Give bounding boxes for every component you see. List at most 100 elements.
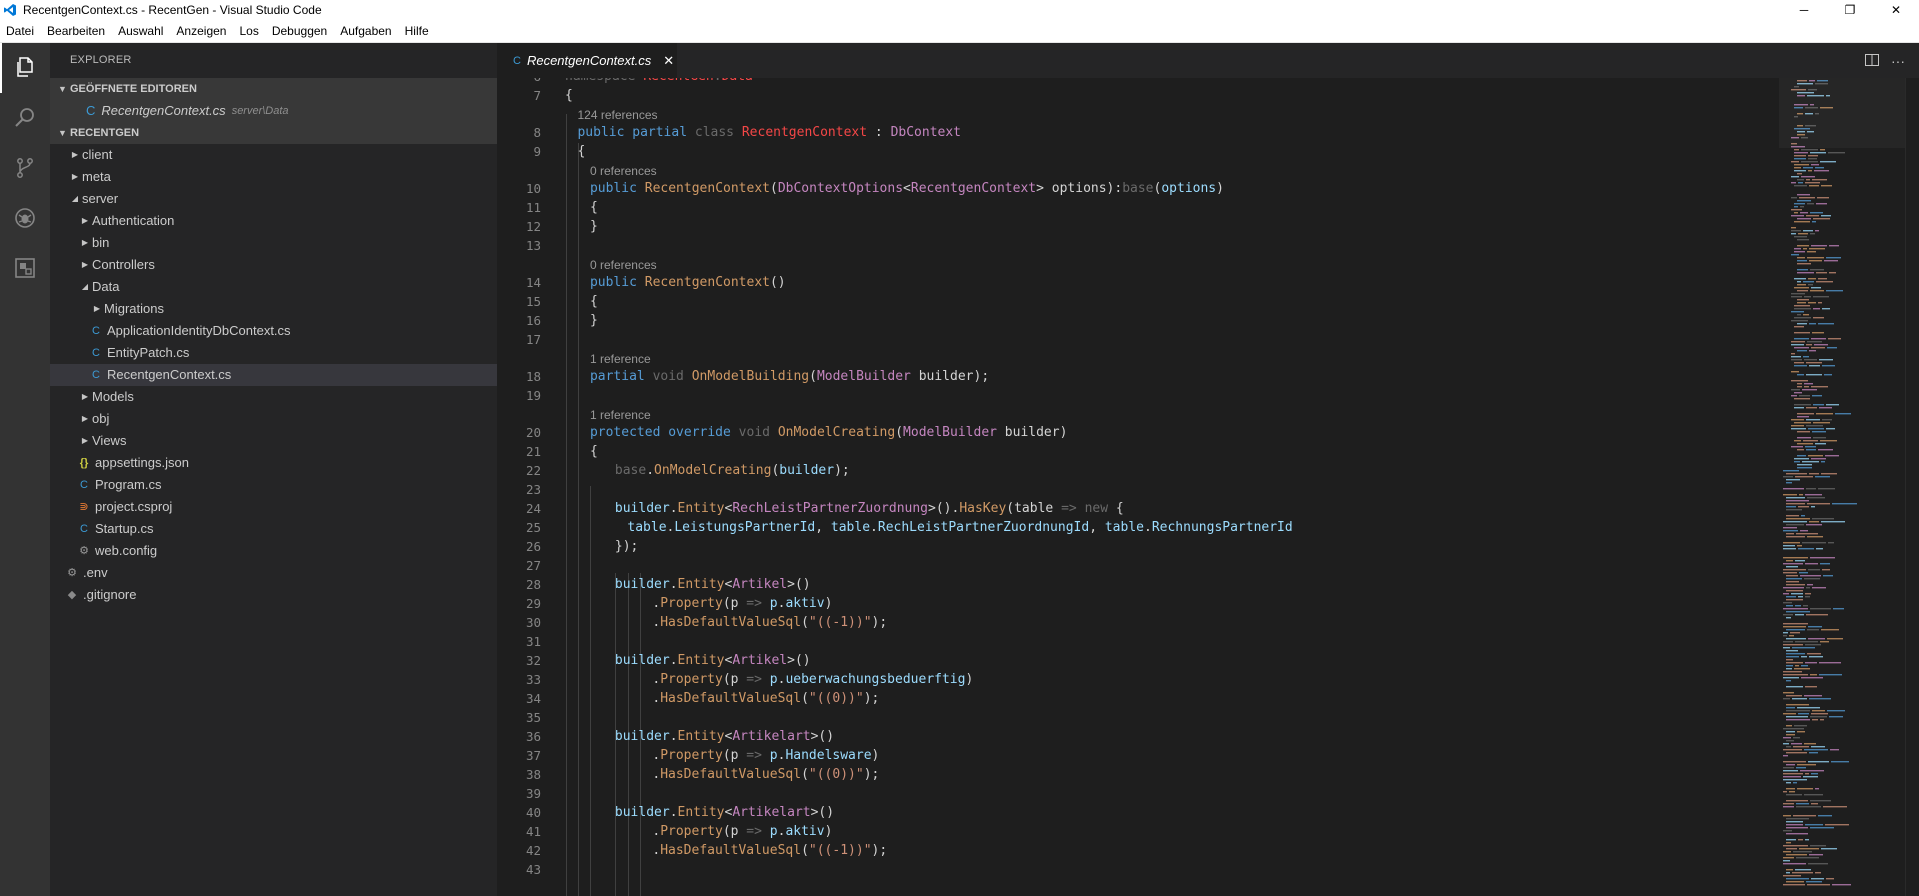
minimap-line: [1791, 296, 1802, 298]
menu-aufgaben[interactable]: Aufgaben: [334, 20, 398, 43]
tree-item-appsettings[interactable]: {} appsettings.json: [50, 452, 497, 474]
tree-item-env[interactable]: ⚙ .env: [50, 562, 497, 584]
minimap-line: [1783, 626, 1806, 628]
minimap-line: [1806, 488, 1816, 490]
minimap-line: [1819, 674, 1842, 676]
menu-anzeigen[interactable]: Anzeigen: [170, 20, 233, 43]
tree-item-data[interactable]: ◢ Data: [50, 276, 497, 298]
minimap-line: [1786, 638, 1806, 640]
code-lens-references[interactable]: 0 references: [590, 163, 657, 179]
files-icon[interactable]: [0, 43, 50, 93]
minimap-line: [1783, 845, 1808, 847]
menu-los[interactable]: Los: [233, 20, 265, 43]
menu-hilfe[interactable]: Hilfe: [399, 20, 436, 43]
minimap-line: [1786, 848, 1797, 850]
tree-item-authentication[interactable]: ▶ Authentication: [50, 210, 497, 232]
minimap-line: [1786, 794, 1802, 796]
menu-datei[interactable]: Datei: [0, 20, 41, 43]
menu-bearbeiten[interactable]: Bearbeiten: [41, 20, 112, 43]
minimap-line: [1809, 185, 1819, 187]
minimap-line: [1786, 818, 1809, 820]
tree-item-models[interactable]: ▶ Models: [50, 386, 497, 408]
tree-item-entitypatch[interactable]: C EntityPatch.cs: [50, 342, 497, 364]
close-window-button[interactable]: ✕: [1873, 0, 1919, 20]
minimap-line: [1797, 302, 1806, 304]
minimap-line: [1786, 734, 1795, 736]
tree-item-project-csproj[interactable]: ⋑ project.csproj: [50, 496, 497, 518]
minimap-line: [1791, 230, 1801, 232]
close-tab-icon[interactable]: ✕: [663, 53, 674, 69]
minimap-line: [1806, 407, 1817, 409]
code-text: {: [589, 200, 598, 215]
minimap-line: [1783, 728, 1804, 730]
tree-item-client[interactable]: ▶ client: [50, 144, 497, 166]
minimap[interactable]: [1779, 78, 1905, 896]
tree-item-migrations[interactable]: ▶ Migrations: [50, 298, 497, 320]
minimap-line: [1810, 608, 1831, 610]
tree-item-bin[interactable]: ▶ bin: [50, 232, 497, 254]
tree-item-controllers[interactable]: ▶ Controllers: [50, 254, 497, 276]
minimap-line: [1806, 362, 1822, 364]
minimap-line: [1811, 386, 1828, 388]
more-actions-icon[interactable]: ···: [1885, 53, 1911, 69]
tree-item-gitignore[interactable]: ◆ .gitignore: [50, 584, 497, 606]
minimap-line: [1821, 521, 1845, 523]
code-lens-references[interactable]: 1 reference: [590, 407, 651, 423]
open-editor-item[interactable]: C RecentgenContext.cs server\Data: [50, 100, 497, 122]
open-editors-header[interactable]: ▼ GEÖFFNETE EDITOREN: [50, 78, 497, 100]
menu-auswahl[interactable]: Auswahl: [112, 20, 170, 43]
code-lens-references[interactable]: 0 references: [590, 257, 657, 273]
minimap-line: [1815, 443, 1826, 445]
gear-icon: ⚙: [79, 545, 89, 557]
minimap-line: [1791, 425, 1804, 427]
tree-item-obj[interactable]: ▶ obj: [50, 408, 497, 430]
code-text: public RecentgenContext(): [589, 275, 786, 290]
tree-item-views[interactable]: ▶ Views: [50, 430, 497, 452]
tree-item-server[interactable]: ◢ server: [50, 188, 497, 210]
minimap-line: [1808, 284, 1813, 286]
minimap-line: [1783, 815, 1791, 817]
tree-item-meta[interactable]: ▶ meta: [50, 166, 497, 188]
tree-item-webconfig[interactable]: ⚙ web.config: [50, 540, 497, 562]
vertical-scrollbar[interactable]: [1905, 78, 1919, 896]
source-control-icon[interactable]: [0, 143, 50, 193]
minimap-line: [1794, 212, 1798, 214]
minimap-line: [1786, 869, 1793, 871]
line-number: 9: [533, 144, 541, 159]
chevron-right-icon: ▶: [81, 392, 89, 401]
tree-item-applicationidentitydbcontext[interactable]: C ApplicationIdentityDbContext.cs: [50, 320, 497, 342]
tree-item-recentgencontext[interactable]: C RecentgenContext.cs: [50, 364, 497, 386]
tree-item-startup[interactable]: C Startup.cs: [50, 518, 497, 540]
tree-item-program[interactable]: C Program.cs: [50, 474, 497, 496]
code-lens-references[interactable]: 1 reference: [590, 351, 651, 367]
code-lens-references[interactable]: 124 references: [577, 107, 657, 123]
workspace-header[interactable]: ▼ RECENTGEN: [50, 122, 497, 144]
minimap-line: [1783, 671, 1802, 673]
minimap-line: [1813, 296, 1829, 298]
minimap-line: [1818, 488, 1835, 490]
maximize-button[interactable]: ❐: [1827, 0, 1873, 20]
minimap-line: [1819, 359, 1833, 361]
split-editor-icon[interactable]: [1859, 53, 1885, 69]
minimap-line: [1786, 617, 1791, 619]
minimap-line: [1811, 878, 1824, 880]
search-icon[interactable]: [0, 93, 50, 143]
line-number: 29: [525, 596, 541, 611]
minimap-line: [1786, 515, 1799, 517]
minimap-line: [1794, 158, 1806, 160]
minimap-viewport[interactable]: [1779, 78, 1905, 148]
minimap-line: [1812, 518, 1834, 520]
menu-debuggen[interactable]: Debuggen: [266, 20, 334, 43]
code-editor[interactable]: 6namespace RecentGen.Data7{124 reference…: [497, 78, 1779, 896]
minimap-line: [1795, 560, 1805, 562]
minimap-line: [1835, 413, 1851, 415]
code-text: }: [589, 313, 598, 328]
line-number: 18: [525, 369, 541, 384]
minimap-line: [1796, 533, 1818, 535]
minimap-line: [1828, 152, 1845, 154]
extensions-icon[interactable]: [0, 243, 50, 293]
debug-icon[interactable]: [0, 193, 50, 243]
tab-recentgencontext[interactable]: C RecentgenContext.cs ✕: [497, 43, 677, 78]
minimize-button[interactable]: ─: [1781, 0, 1827, 20]
minimap-line: [1812, 395, 1822, 397]
